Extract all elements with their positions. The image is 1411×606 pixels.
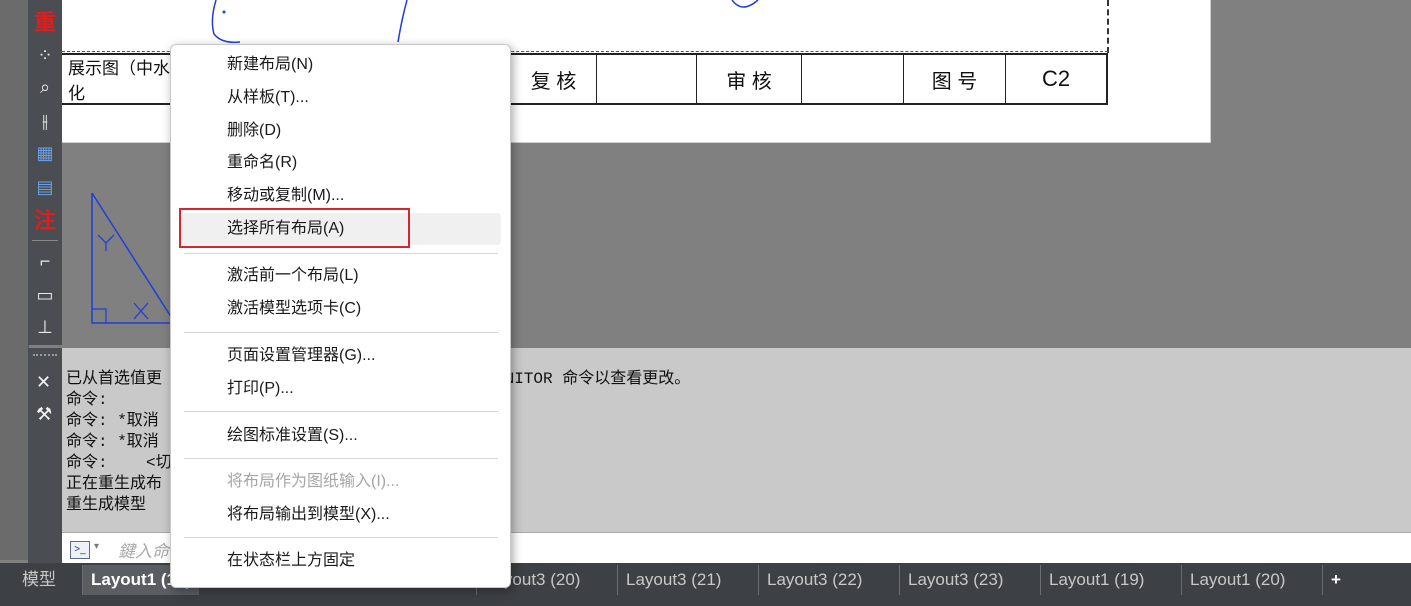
coordinate-icon[interactable]: ▦ (28, 138, 62, 168)
tab-layout3-21[interactable]: Layout3 (21) (617, 565, 729, 595)
tab-layout3-22[interactable]: Layout3 (22) (758, 565, 870, 595)
tab-layout1-19[interactable]: Layout1 (19) (1040, 565, 1152, 595)
title-block-approve-value (801, 55, 903, 103)
menu-item-print[interactable]: 打印(P)... (171, 373, 510, 405)
grid-icon[interactable]: ⫲ (28, 106, 62, 136)
title-block-approve-label: 审 核 (696, 55, 801, 103)
regen-icon[interactable]: 重 (28, 6, 62, 36)
command-history-line: 重生成模型 (66, 496, 147, 514)
add-layout-button[interactable]: + (1322, 565, 1349, 595)
dots-icon[interactable]: ⁘ (28, 40, 62, 70)
command-window-handle[interactable]: ✕ ⚒ (28, 348, 62, 563)
command-history-line: 正在重生成布 (66, 475, 163, 493)
command-input-placeholder[interactable]: 鍵入命 (118, 537, 169, 562)
menu-separator (184, 253, 498, 254)
prompt-icon[interactable]: >_ (70, 541, 90, 559)
command-history-line: 命令: (66, 391, 108, 409)
command-history-line: 命令: *取消 (66, 412, 159, 430)
grip-icon[interactable] (33, 354, 57, 362)
title-block-name: 展示图（中水化 (68, 59, 170, 103)
menu-item-activate-previous-layout[interactable]: 激活前一个布局(L) (171, 260, 510, 292)
close-icon[interactable]: ✕ (36, 372, 51, 393)
rail-icon[interactable]: ⊥ (28, 312, 62, 342)
tab-layout3-23[interactable]: Layout3 (23) (899, 565, 1011, 595)
title-block-review-value (596, 55, 696, 103)
border-dashed-line (1107, 0, 1109, 53)
triangle-drawing (91, 192, 177, 324)
menu-item-dock-above-statusbar[interactable]: 在状态栏上方固定 (171, 545, 510, 577)
left-edge-strip (0, 0, 29, 560)
vertical-toolbar: 重 ⁘ ⌕ ⫲ ▦ ▤ 注 ⌐ ▭ ⊥ (28, 0, 62, 345)
command-history-line-tail: ONITOR 命令以查看更改。 (495, 370, 691, 388)
toolbar-divider (32, 240, 58, 241)
dimension-icon[interactable]: ▤ (28, 172, 62, 202)
menu-separator (184, 411, 498, 412)
title-block-review-label: 复 核 (510, 55, 596, 103)
menu-item-new-layout[interactable]: 新建布局(N) (171, 49, 510, 81)
menu-item-activate-model-tab[interactable]: 激活模型选项卡(C) (171, 293, 510, 325)
command-history-line: 命令: *取消 (66, 433, 159, 451)
menu-item-rename[interactable]: 重命名(R) (171, 147, 510, 179)
menu-item-delete[interactable]: 删除(D) (171, 115, 510, 147)
rectangle-icon[interactable]: ▭ (28, 280, 62, 310)
command-history-line: 已从首选值更 (66, 370, 163, 388)
chevron-down-icon[interactable]: ▾ (94, 541, 99, 552)
menu-item-from-template[interactable]: 从样板(T)... (171, 82, 510, 114)
tab-layout1-20[interactable]: Layout1 (20) (1181, 565, 1293, 595)
highlight-annotation-box (179, 208, 410, 248)
command-history-line: 命令: <切 (66, 454, 172, 472)
title-block-drawing-no-value: C2 (1005, 55, 1106, 103)
menu-separator (184, 537, 498, 538)
step-icon[interactable]: ⌐ (28, 246, 62, 276)
menu-item-page-setup-manager[interactable]: 页面设置管理器(G)... (171, 340, 510, 372)
menu-separator (184, 332, 498, 333)
tab-model[interactable]: 模型 (14, 565, 64, 595)
menu-separator (184, 458, 498, 459)
layout-context-menu: 新建布局(N) 从样板(T)... 删除(D) 重命名(R) 移动或复制(M).… (170, 44, 511, 588)
menu-item-drawing-standards[interactable]: 绘图标准设置(S)... (171, 420, 510, 452)
camera-zoom-icon[interactable]: ⌕ (28, 72, 62, 102)
title-block-drawing-no-label: 图 号 (903, 55, 1005, 103)
annotation-icon[interactable]: 注 (28, 204, 62, 234)
menu-item-export-layout-to-model[interactable]: 将布局输出到模型(X)... (171, 499, 510, 531)
menu-item-import-layout-as-sheet: 将布局作为图纸输入(I)... (227, 473, 400, 490)
settings-wrench-icon[interactable]: ⚒ (36, 404, 52, 425)
